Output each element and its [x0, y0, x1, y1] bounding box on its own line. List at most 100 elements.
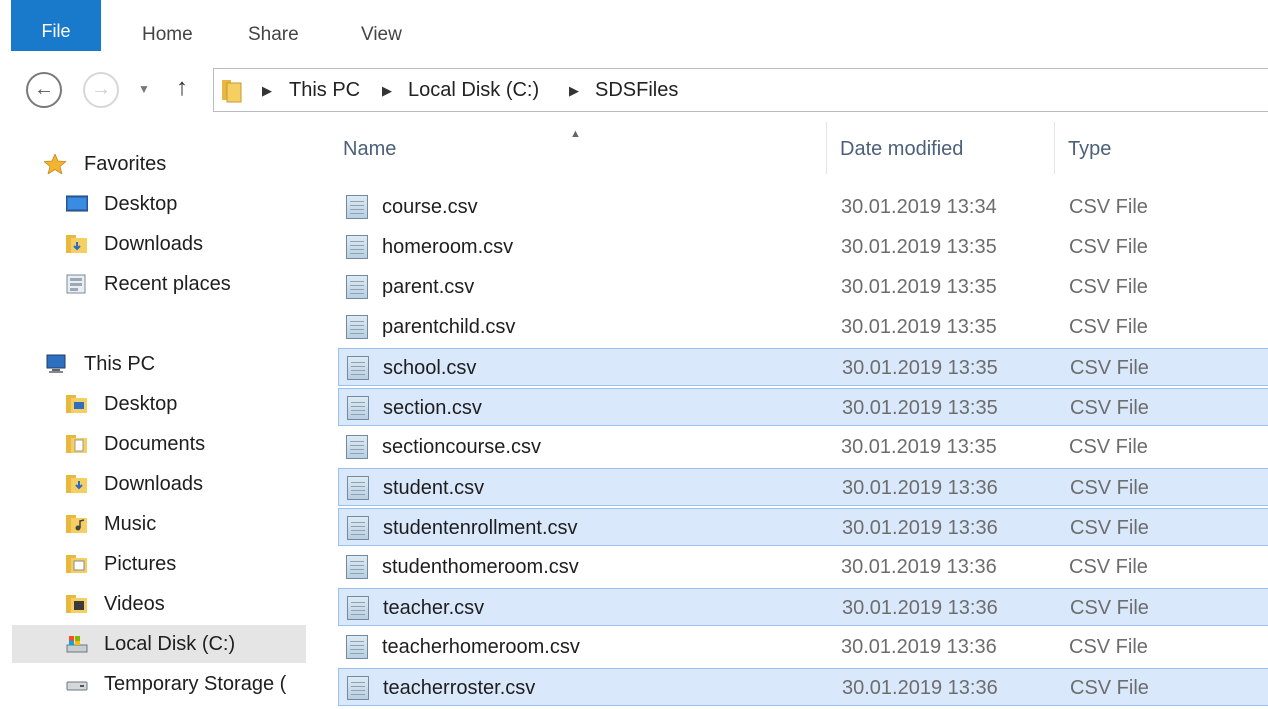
- file-date-modified: 30.01.2019 13:36: [842, 477, 998, 499]
- file-type: CSV File: [1070, 597, 1149, 619]
- file-row[interactable]: section.csv 30.01.2019 13:35 CSV File: [338, 388, 1268, 426]
- documents-folder-icon: [66, 435, 87, 453]
- file-row[interactable]: student.csv 30.01.2019 13:36 CSV File: [338, 468, 1268, 506]
- drive-icon: [66, 681, 88, 691]
- file-name: teacher.csv: [383, 597, 485, 619]
- file-name: studentenrollment.csv: [383, 517, 578, 539]
- breadcrumb-this-pc[interactable]: This PC: [289, 77, 360, 103]
- file-type: CSV File: [1070, 677, 1149, 699]
- file-date-modified: 30.01.2019 13:35: [841, 436, 997, 458]
- column-divider[interactable]: [1054, 122, 1055, 174]
- ribbon: File Home Share View: [0, 0, 1268, 63]
- music-folder-icon: [66, 515, 87, 533]
- csv-file-icon: [346, 275, 368, 299]
- file-name: studenthomeroom.csv: [382, 556, 579, 578]
- downloads-folder-icon: [66, 235, 87, 253]
- computer-icon: [46, 354, 66, 373]
- file-date-modified: 30.01.2019 13:36: [842, 597, 998, 619]
- file-type: CSV File: [1070, 517, 1149, 539]
- column-header-type[interactable]: Type: [1068, 138, 1111, 161]
- pictures-folder-icon: [66, 555, 87, 573]
- file-row[interactable]: teacherroster.csv 30.01.2019 13:36 CSV Fil…: [338, 668, 1268, 706]
- file-date-modified: 30.01.2019 13:34: [841, 196, 997, 218]
- file-row[interactable]: sectioncourse.csv 30.01.2019 13:35 CSV Fil…: [338, 428, 1268, 466]
- file-type: CSV File: [1070, 397, 1149, 419]
- column-header-date-modified[interactable]: Date modified: [840, 138, 963, 161]
- file-name: sectioncourse.csv: [382, 436, 541, 458]
- csv-file-icon: [347, 476, 369, 500]
- csv-file-icon: [347, 676, 369, 700]
- file-date-modified: 30.01.2019 13:35: [841, 236, 997, 258]
- tab-view[interactable]: View: [361, 0, 402, 62]
- file-type: CSV File: [1069, 556, 1148, 578]
- file-date-modified: 30.01.2019 13:36: [842, 677, 998, 699]
- file-type: CSV File: [1069, 196, 1148, 218]
- tab-home[interactable]: Home: [142, 0, 193, 62]
- breadcrumb-separator-icon[interactable]: ▶: [262, 78, 272, 104]
- file-type: CSV File: [1070, 477, 1149, 499]
- csv-file-icon: [347, 516, 369, 540]
- folder-icon: [222, 80, 242, 103]
- file-name: teacherroster.csv: [383, 677, 536, 699]
- file-type: CSV File: [1069, 316, 1148, 338]
- address-bar[interactable]: [213, 68, 1268, 112]
- column-divider[interactable]: [826, 122, 827, 174]
- csv-file-icon: [346, 555, 368, 579]
- file-date-modified: 30.01.2019 13:36: [841, 556, 997, 578]
- csv-file-icon: [347, 356, 369, 380]
- breadcrumb-local-disk[interactable]: Local Disk (C:): [408, 77, 539, 103]
- file-type: CSV File: [1069, 236, 1148, 258]
- csv-file-icon: [346, 435, 368, 459]
- file-date-modified: 30.01.2019 13:36: [841, 636, 997, 658]
- file-date-modified: 30.01.2019 13:35: [842, 357, 998, 379]
- file-row[interactable]: studentenrollment.csv 30.01.2019 13:36 CSV…: [338, 508, 1268, 546]
- file-name: course.csv: [382, 196, 478, 218]
- csv-file-icon: [346, 235, 368, 259]
- navigation-pane: Favorites Desktop Downloads Recent place…: [0, 120, 318, 709]
- breadcrumb-sdsfiles[interactable]: SDSFiles: [595, 77, 678, 103]
- file-row[interactable]: parent.csv 30.01.2019 13:35 CSV File: [338, 268, 1268, 306]
- file-type: CSV File: [1069, 636, 1148, 658]
- file-name: student.csv: [383, 477, 485, 499]
- file-row[interactable]: studenthomeroom.csv 30.01.2019 13:36 CSV F…: [338, 548, 1268, 586]
- forward-button[interactable]: →: [83, 72, 119, 108]
- videos-folder-icon: [66, 595, 87, 613]
- file-name: teacherhomeroom.csv: [382, 636, 580, 658]
- downloads-folder-icon: [66, 475, 87, 493]
- file-type: CSV File: [1070, 357, 1149, 379]
- file-row[interactable]: teacher.csv 30.01.2019 13:36 CSV File: [338, 588, 1268, 626]
- file-row[interactable]: parentchild.csv 30.01.2019 13:35 CSV File: [338, 308, 1268, 346]
- file-row[interactable]: teacherhomeroom.csv 30.01.2019 13:36 CSV F…: [338, 628, 1268, 666]
- csv-file-icon: [346, 315, 368, 339]
- file-date-modified: 30.01.2019 13:36: [842, 517, 998, 539]
- file-type: CSV File: [1069, 436, 1148, 458]
- local-disk-icon: [66, 636, 88, 653]
- desktop-folder-icon: [66, 395, 87, 413]
- file-row[interactable]: school.csv 30.01.2019 13:35 CSV File: [338, 348, 1268, 386]
- tab-file[interactable]: File: [11, 0, 101, 51]
- sort-ascending-icon: ▲: [570, 128, 581, 140]
- file-name: parent.csv: [382, 276, 475, 298]
- nav-local-disk[interactable]: Local Disk (C:): [12, 625, 306, 663]
- file-type: CSV File: [1069, 276, 1148, 298]
- csv-file-icon: [346, 635, 368, 659]
- file-row[interactable]: course.csv 30.01.2019 13:34 CSV File: [338, 188, 1268, 226]
- file-name: school.csv: [383, 357, 477, 379]
- up-arrow-icon[interactable]: ↑: [176, 74, 188, 102]
- column-header-name[interactable]: Name: [343, 138, 396, 161]
- file-name: homeroom.csv: [382, 236, 514, 258]
- recent-places-icon: [66, 274, 86, 294]
- star-icon: [44, 154, 66, 174]
- recent-locations-dropdown-icon[interactable]: ▼: [138, 82, 150, 96]
- file-name: section.csv: [383, 397, 482, 419]
- back-button[interactable]: ←: [26, 72, 62, 108]
- file-name: parentchild.csv: [382, 316, 516, 338]
- file-date-modified: 30.01.2019 13:35: [841, 316, 997, 338]
- file-row[interactable]: homeroom.csv 30.01.2019 13:35 CSV File: [338, 228, 1268, 266]
- file-date-modified: 30.01.2019 13:35: [842, 397, 998, 419]
- breadcrumb-separator-icon[interactable]: ▶: [382, 78, 392, 104]
- tab-share[interactable]: Share: [248, 0, 299, 62]
- breadcrumb-separator-icon[interactable]: ▶: [569, 78, 579, 104]
- desktop-icon: [66, 195, 88, 212]
- csv-file-icon: [346, 195, 368, 219]
